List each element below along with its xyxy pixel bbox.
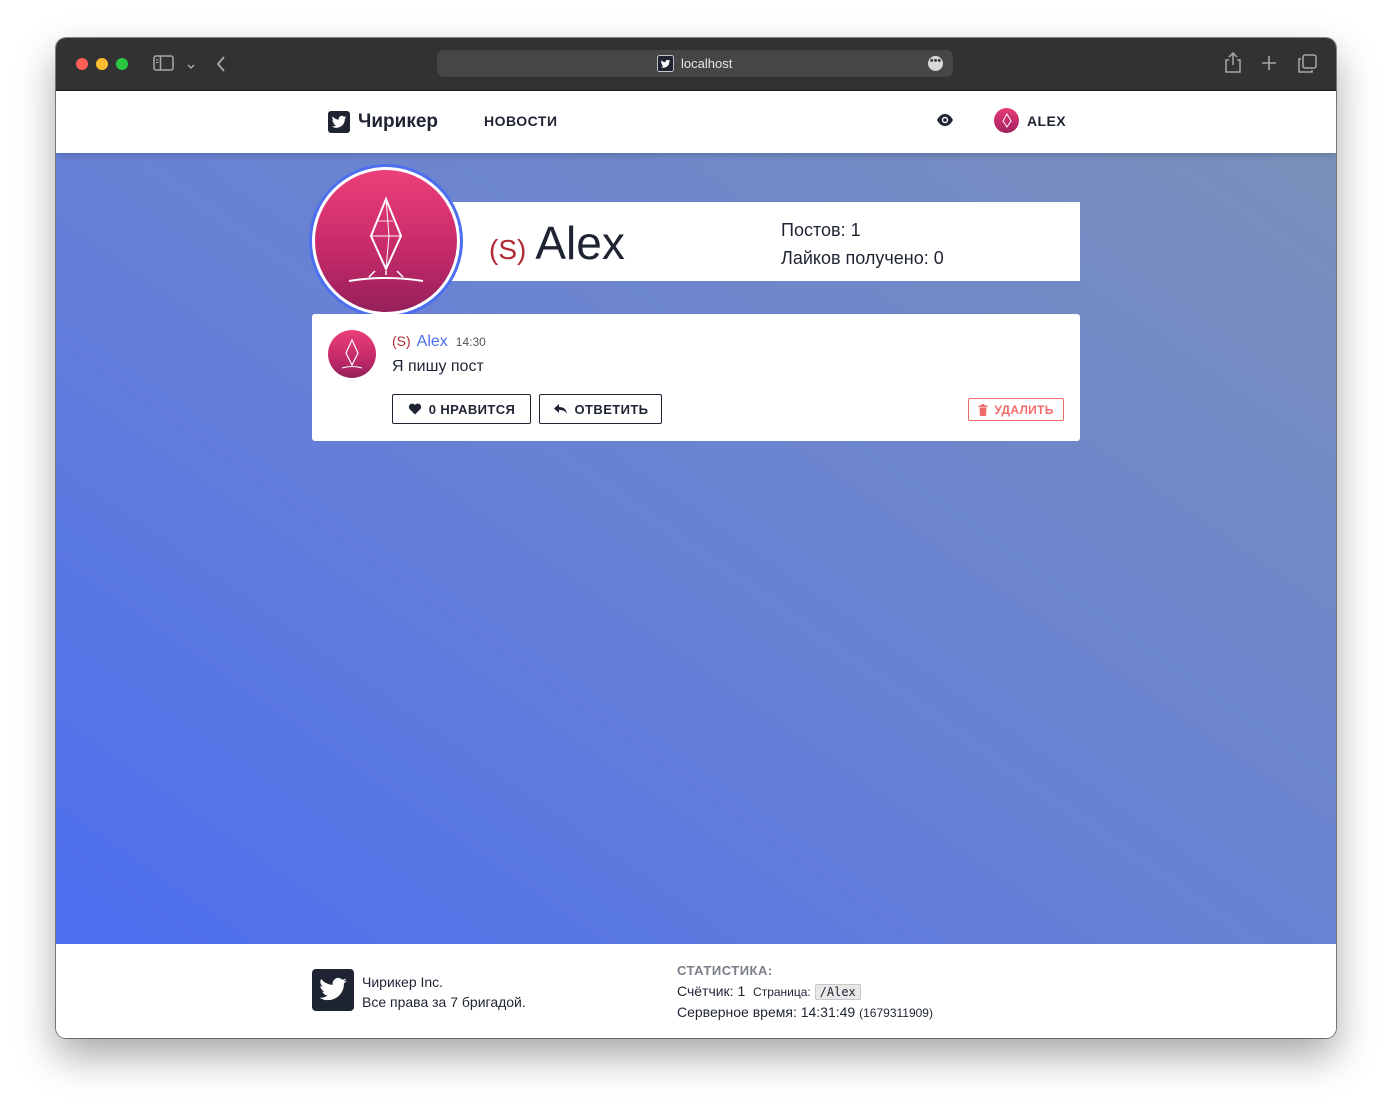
browser-window: localhost ••• Чирикер НОВОСТИ ALEX (S) A… bbox=[56, 38, 1336, 1038]
profile-avatar bbox=[309, 164, 463, 318]
eye-icon[interactable] bbox=[936, 113, 954, 132]
like-label: 0 НРАВИТСЯ bbox=[428, 401, 516, 417]
navbar: Чирикер НОВОСТИ ALEX bbox=[56, 91, 1336, 153]
server-time-row: Серверное время: 14:31:49 (1679311909) bbox=[677, 1002, 933, 1023]
nav-news-link[interactable]: НОВОСТИ bbox=[484, 113, 558, 129]
likes-count: Лайков получено: 0 bbox=[781, 248, 944, 268]
post-header: (S) Alex 14:30 bbox=[392, 333, 486, 351]
avatar bbox=[994, 108, 1019, 133]
address-bar[interactable]: localhost ••• bbox=[437, 50, 953, 77]
twitter-logo-icon bbox=[657, 55, 674, 72]
crystal-avatar-icon bbox=[315, 170, 457, 312]
tabs-icon[interactable] bbox=[1298, 54, 1317, 78]
profile-name: (S) Alex bbox=[489, 216, 625, 270]
footer-company: Чирикер Inc. Все права за 7 бригадой. bbox=[362, 972, 526, 1012]
footer: Чирикер Inc. Все права за 7 бригадой. СТ… bbox=[56, 944, 1336, 1038]
stats-row: Счётчик: 1 Страница: /Alex bbox=[677, 981, 933, 1002]
server-timestamp: (1679311909) bbox=[859, 1006, 933, 1020]
back-icon[interactable] bbox=[216, 55, 226, 78]
company-name: Чирикер Inc. bbox=[362, 974, 444, 990]
post-user-tag: (S) bbox=[392, 333, 411, 349]
sidebar-icon[interactable] bbox=[153, 54, 174, 77]
main-content: (S) Alex Постов: 1 Лайков получено: 0 (S… bbox=[56, 153, 1336, 944]
post-author-link[interactable]: Alex bbox=[417, 333, 448, 351]
url-text: localhost bbox=[681, 56, 733, 71]
profile-card: (S) Alex Постов: 1 Лайков получено: 0 bbox=[356, 202, 1080, 281]
close-window-button[interactable] bbox=[76, 58, 88, 70]
copyright: Все права за 7 бригадой. bbox=[362, 994, 526, 1010]
twitter-logo-icon bbox=[328, 111, 350, 133]
post-time: 14:30 bbox=[455, 335, 486, 349]
brand-name: Чирикер bbox=[358, 111, 438, 132]
delete-button[interactable]: УДАЛИТЬ bbox=[968, 398, 1064, 421]
minimize-window-button[interactable] bbox=[96, 58, 108, 70]
page-label: Страница: bbox=[753, 985, 811, 999]
server-time: Серверное время: 14:31:49 bbox=[677, 1004, 856, 1020]
page-path: /Alex bbox=[814, 984, 861, 1000]
stats-title: СТАТИСТИКА: bbox=[677, 963, 773, 978]
counter: Счётчик: 1 bbox=[677, 983, 746, 999]
post-text: Я пишу пост bbox=[392, 358, 484, 375]
reply-button[interactable]: ОТВЕТИТЬ bbox=[539, 394, 662, 424]
brand-link[interactable]: Чирикер bbox=[328, 111, 438, 133]
footer-stats: СТАТИСТИКА: Счётчик: 1 Страница: /Alex С… bbox=[677, 961, 933, 1023]
chevron-down-icon[interactable] bbox=[186, 58, 196, 76]
profile-display-name: Alex bbox=[535, 217, 625, 269]
username: ALEX bbox=[1027, 112, 1066, 129]
posts-count: Постов: 1 bbox=[781, 220, 861, 240]
user-tag: (S) bbox=[489, 234, 527, 265]
page: Чирикер НОВОСТИ ALEX (S) Alex Постов: 1 … bbox=[56, 91, 1336, 1038]
post-card: (S) Alex 14:30 Я пишу пост 0 НРАВИТСЯ ОТ… bbox=[312, 314, 1080, 441]
like-button[interactable]: 0 НРАВИТСЯ bbox=[392, 394, 531, 424]
reply-label: ОТВЕТИТЬ bbox=[574, 401, 649, 417]
zoom-window-button[interactable] bbox=[116, 58, 128, 70]
plus-icon[interactable] bbox=[1261, 55, 1277, 76]
browser-toolbar: localhost ••• bbox=[56, 38, 1336, 91]
reply-icon bbox=[553, 404, 567, 414]
trash-icon bbox=[978, 403, 988, 416]
profile-stats: Постов: 1 Лайков получено: 0 bbox=[781, 216, 944, 272]
twitter-logo-icon bbox=[312, 969, 354, 1011]
delete-label: УДАЛИТЬ bbox=[994, 402, 1054, 417]
post-avatar[interactable] bbox=[328, 330, 376, 378]
heart-icon bbox=[408, 403, 421, 415]
share-icon[interactable] bbox=[1224, 51, 1242, 79]
more-options-icon[interactable]: ••• bbox=[928, 56, 943, 71]
user-menu[interactable]: ALEX bbox=[994, 108, 1066, 133]
